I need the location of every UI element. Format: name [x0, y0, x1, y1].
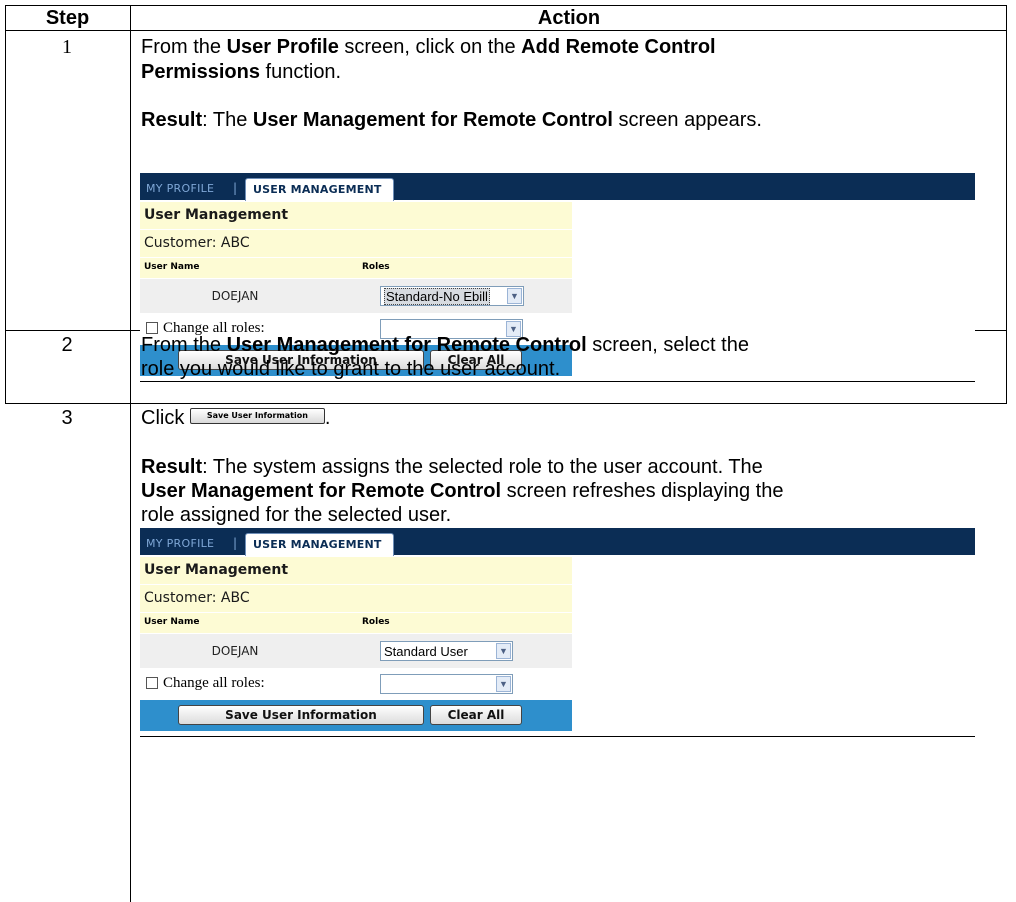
user-name-cell: DOEJAN: [211, 644, 259, 658]
table-border-right: [1006, 5, 1007, 403]
inline-save-user-information-button: Save User Information: [189, 407, 325, 424]
change-all-select[interactable]: ▼: [380, 674, 513, 694]
step-1-line-2: Permissions function.: [141, 61, 342, 83]
screenshot-bottom-rule: [140, 381, 975, 382]
change-all-checkbox[interactable]: [146, 677, 158, 689]
tab-label: USER MANAGEMENT: [253, 538, 382, 551]
user-management-screenshot-2: MY PROFILE | USER MANAGEMENT User Manage…: [140, 528, 975, 754]
step-1-line-1: From the User Profile screen, click on t…: [141, 36, 716, 58]
step-3-result-line-3: role assigned for the selected user.: [141, 504, 452, 526]
step-1-result: Result: The User Management for Remote C…: [141, 109, 762, 131]
row-divider-2: [5, 403, 1007, 404]
table-row: DOEJAN Standard-No Ebill ▼: [140, 279, 572, 313]
button-bar: Save User Information Clear All: [140, 700, 572, 731]
header-action: Action: [537, 7, 601, 29]
column-header-roles: Roles: [362, 617, 390, 627]
column-divider: [130, 5, 131, 902]
screenshot-bottom-rule: [140, 736, 975, 737]
customer-row: Customer: ABC: [140, 230, 572, 257]
step-2-line-2: role you would like to grant to the user…: [141, 358, 561, 380]
step-2-line-1: From the User Management for Remote Cont…: [141, 334, 749, 356]
role-select-value: Standard-No Ebill: [384, 288, 490, 305]
panel-title: User Management: [144, 207, 289, 223]
nav-my-profile-link[interactable]: MY PROFILE: [146, 537, 214, 550]
customer-label: Customer: ABC: [144, 235, 250, 251]
role-select[interactable]: Standard-No Ebill ▼: [380, 286, 524, 306]
role-select[interactable]: Standard User ▼: [380, 641, 513, 661]
tab-label: USER MANAGEMENT: [253, 183, 382, 196]
nav-my-profile-link[interactable]: MY PROFILE: [146, 182, 214, 195]
user-name-cell: DOEJAN: [211, 289, 259, 303]
step-3-result-line-2: User Management for Remote Control scree…: [141, 480, 784, 502]
step-3-click-line: Click Save User Information.: [141, 407, 331, 429]
save-user-information-button[interactable]: Save User Information: [178, 705, 424, 725]
change-all-row: Change all roles: ▼: [140, 669, 572, 699]
column-header-roles: Roles: [362, 262, 390, 272]
column-header-user-name: User Name: [144, 617, 200, 627]
table-row: DOEJAN Standard User ▼: [140, 634, 572, 668]
nav-separator: |: [233, 536, 238, 550]
step-number-3: 3: [61, 407, 73, 429]
step-number-2: 2: [61, 334, 73, 356]
procedure-table: Step Action 1 From the User Profile scre…: [5, 5, 1007, 902]
header-divider: [5, 30, 1007, 31]
change-all-label: Change all roles:: [163, 675, 265, 691]
customer-row: Customer: ABC: [140, 585, 572, 612]
column-header-row: User Name Roles: [140, 613, 572, 633]
panel-title: User Management: [144, 562, 289, 578]
chevron-down-icon[interactable]: ▼: [496, 643, 511, 659]
customer-label: Customer: ABC: [144, 590, 250, 606]
header-step: Step: [45, 7, 90, 29]
tab-user-management[interactable]: USER MANAGEMENT: [245, 533, 394, 556]
step-3-result-line-1: Result: The system assigns the selected …: [141, 456, 763, 478]
column-header-user-name: User Name: [144, 262, 200, 272]
role-select-value: Standard User: [384, 644, 468, 659]
nav-separator: |: [233, 181, 238, 195]
column-header-row: User Name Roles: [140, 258, 572, 278]
panel-title-row: User Management: [140, 557, 572, 584]
chevron-down-icon[interactable]: ▼: [496, 676, 511, 692]
clear-all-button[interactable]: Clear All: [430, 705, 522, 725]
step-number-1: 1: [62, 36, 72, 58]
chevron-down-icon[interactable]: ▼: [507, 288, 522, 304]
tab-user-management[interactable]: USER MANAGEMENT: [245, 178, 394, 201]
panel-title-row: User Management: [140, 202, 572, 229]
